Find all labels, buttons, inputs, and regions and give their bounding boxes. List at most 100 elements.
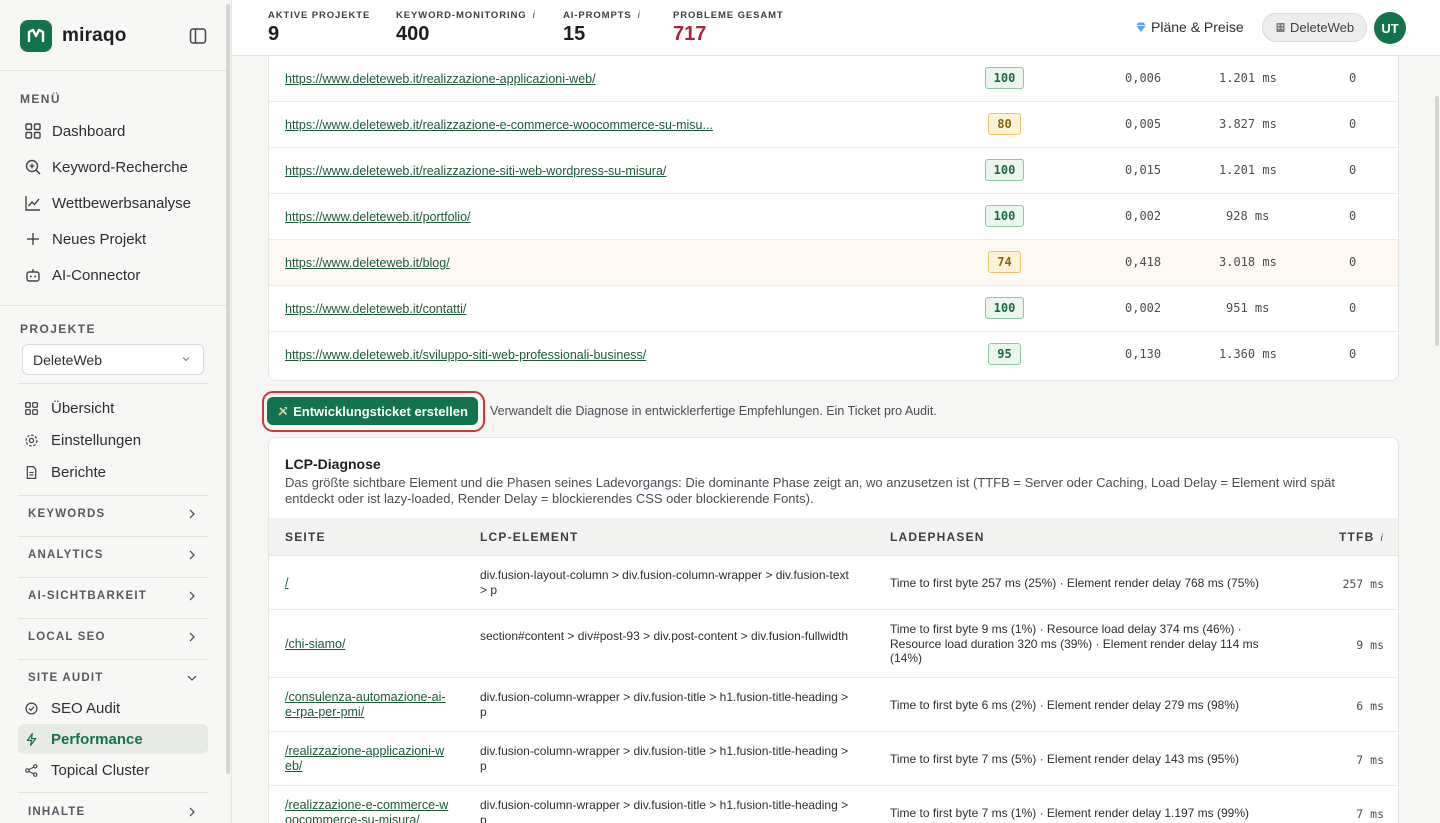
divider [18,577,208,578]
column-header-page[interactable]: SEITE [285,530,326,544]
plans-label: Pläne & Preise [1151,19,1244,35]
table-row: /consulenza-automazione-ai-e-rpa-per-pmi… [269,678,1398,732]
sidebar: miraqo MENÜ Dashboard Keyword-Recherche … [0,0,232,823]
page-path-link[interactable]: /consulenza-automazione-ai-e-rpa-per-pmi… [285,690,450,720]
group-label: SITE AUDIT [28,672,104,684]
group-label: LOCAL SEO [28,631,106,643]
nav-label: Einstellungen [51,431,142,449]
table-row: /realizzazione-e-commerce-woocommerce-su… [269,786,1398,823]
chevron-right-icon [189,550,195,560]
page-url-link[interactable]: https://www.deleteweb.it/portfolio/ [285,210,471,224]
stat-probleme-gesamt: PROBLEME GESAMT 717 [673,10,784,46]
page-url-link[interactable]: https://www.deleteweb.it/realizzazione-s… [285,164,666,178]
stat-value: 15 [563,23,586,45]
nav-berichte[interactable]: Berichte [18,457,208,487]
group-label: KEYWORDS [28,508,106,520]
page-path-link[interactable]: /realizzazione-e-commerce-woocommerce-su… [285,798,450,823]
chevron-right-icon [189,591,195,601]
chevron-right-icon [189,509,195,519]
page-url-link[interactable]: https://www.deleteweb.it/blog/ [285,256,450,270]
load-time: 928 ms [1226,209,1270,223]
stat-ai-prompts: AI-PROMPTS i 15 [563,10,641,46]
line-chart-icon [25,196,40,211]
sidebar-toggle-icon[interactable] [188,26,208,46]
issue-count: 0 [1349,71,1357,85]
column-header-element[interactable]: LCP-ELEMENT [480,530,579,544]
pages-performance-table: https://www.deleteweb.it/realizzazione-a… [268,56,1399,381]
divider [18,536,208,537]
nav-ai-connector[interactable]: AI-Connector [18,260,208,290]
main-scrollbar[interactable] [1434,56,1440,823]
page-url-link[interactable]: https://www.deleteweb.it/realizzazione-a… [285,72,596,86]
cls-value: 0,418 [1125,255,1162,269]
page-url-link[interactable]: https://www.deleteweb.it/realizzazione-e… [285,118,713,132]
cls-value: 0,002 [1125,209,1162,223]
ttfb-value: 7 ms [1356,753,1384,767]
gear-icon [25,433,38,447]
sidebar-scrollbar[interactable] [225,0,231,823]
share-icon [25,763,38,777]
load-time: 3.018 ms [1219,255,1277,269]
group-site-audit[interactable]: SITE AUDIT [18,665,208,691]
table-row: /chi-siamo/ section#content > div#post-9… [269,610,1398,678]
stat-keyword-monitoring: KEYWORD-MONITORING i 400 [396,10,536,46]
plans-link[interactable]: Pläne & Preise [1135,19,1244,35]
stat-label: PROBLEME GESAMT [673,10,784,21]
grid-icon [25,401,38,415]
info-icon[interactable]: i [638,10,641,21]
scrollbar-thumb[interactable] [226,4,230,774]
info-icon[interactable]: i [1380,533,1383,544]
group-analytics[interactable]: ANALYTICS [18,542,208,568]
lcp-element: div.fusion-column-wrapper > div.fusion-t… [480,744,849,773]
create-ticket-button[interactable]: Entwicklungsticket erstellen [267,397,478,425]
page-url-link[interactable]: https://www.deleteweb.it/sviluppo-siti-w… [285,348,646,362]
document-icon [26,465,37,479]
nav-dashboard[interactable]: Dashboard [18,116,208,146]
chevron-right-icon [189,807,195,817]
score-badge: 100 [985,67,1024,89]
page-path-link[interactable]: /chi-siamo/ [285,637,450,652]
group-keywords[interactable]: KEYWORDS [18,501,208,527]
nav-wettbewerbsanalyse[interactable]: Wettbewerbsanalyse [18,188,208,218]
score-badge: 100 [985,205,1024,227]
nav-topical-cluster[interactable]: Topical Cluster [18,755,208,785]
lcp-element: div.fusion-column-wrapper > div.fusion-t… [480,798,849,823]
stat-label: KEYWORD-MONITORING [396,10,527,21]
project-select[interactable]: DeleteWeb [22,344,204,375]
group-ai-sichtbarkeit[interactable]: AI-SICHTBARKEIT [18,583,208,609]
brand-logo[interactable]: miraqo [20,20,127,52]
issue-count: 0 [1349,163,1357,177]
divider [18,792,208,793]
nav-label: Dashboard [52,122,126,140]
scrollbar-thumb[interactable] [1435,96,1439,346]
building-icon [1276,23,1285,32]
projects-title: PROJEKTE [20,322,96,336]
group-inhalte[interactable]: INHALTE [18,799,208,823]
lcp-element: div.fusion-column-wrapper > div.fusion-t… [480,690,849,719]
nav-neues-projekt[interactable]: Neues Projekt [18,224,208,254]
project-chip-label: DeleteWeb [1290,20,1355,35]
table-row: https://www.deleteweb.it/realizzazione-e… [269,102,1398,148]
load-phases: Time to first byte 9 ms (1%) · Resource … [890,622,1259,665]
column-header-ttfb[interactable]: TTFB i [1339,530,1384,544]
issue-count: 0 [1349,209,1357,223]
ttfb-value: 6 ms [1356,699,1384,713]
stat-label: AI-PROMPTS [563,10,632,21]
lcp-element: section#content > div#post-93 > div.post… [480,629,849,643]
page-path-link[interactable]: / [285,576,450,591]
nav-keyword-recherche[interactable]: Keyword-Recherche [18,152,208,182]
project-chip[interactable]: DeleteWeb [1262,13,1368,42]
divider [0,305,228,306]
nav-performance[interactable]: Performance [18,724,208,754]
score-badge: 100 [985,297,1024,319]
group-local-seo[interactable]: LOCAL SEO [18,624,208,650]
avatar[interactable]: UT [1374,12,1406,44]
info-icon[interactable]: i [533,10,536,21]
page-url-link[interactable]: https://www.deleteweb.it/contatti/ [285,302,466,316]
page-path-link[interactable]: /realizzazione-applicazioni-web/ [285,744,450,774]
nav-label: Wettbewerbsanalyse [52,194,191,212]
nav-uebersicht[interactable]: Übersicht [18,393,208,423]
column-header-phases[interactable]: LADEPHASEN [890,530,985,544]
nav-seo-audit[interactable]: SEO Audit [18,693,208,723]
nav-einstellungen[interactable]: Einstellungen [18,425,208,455]
